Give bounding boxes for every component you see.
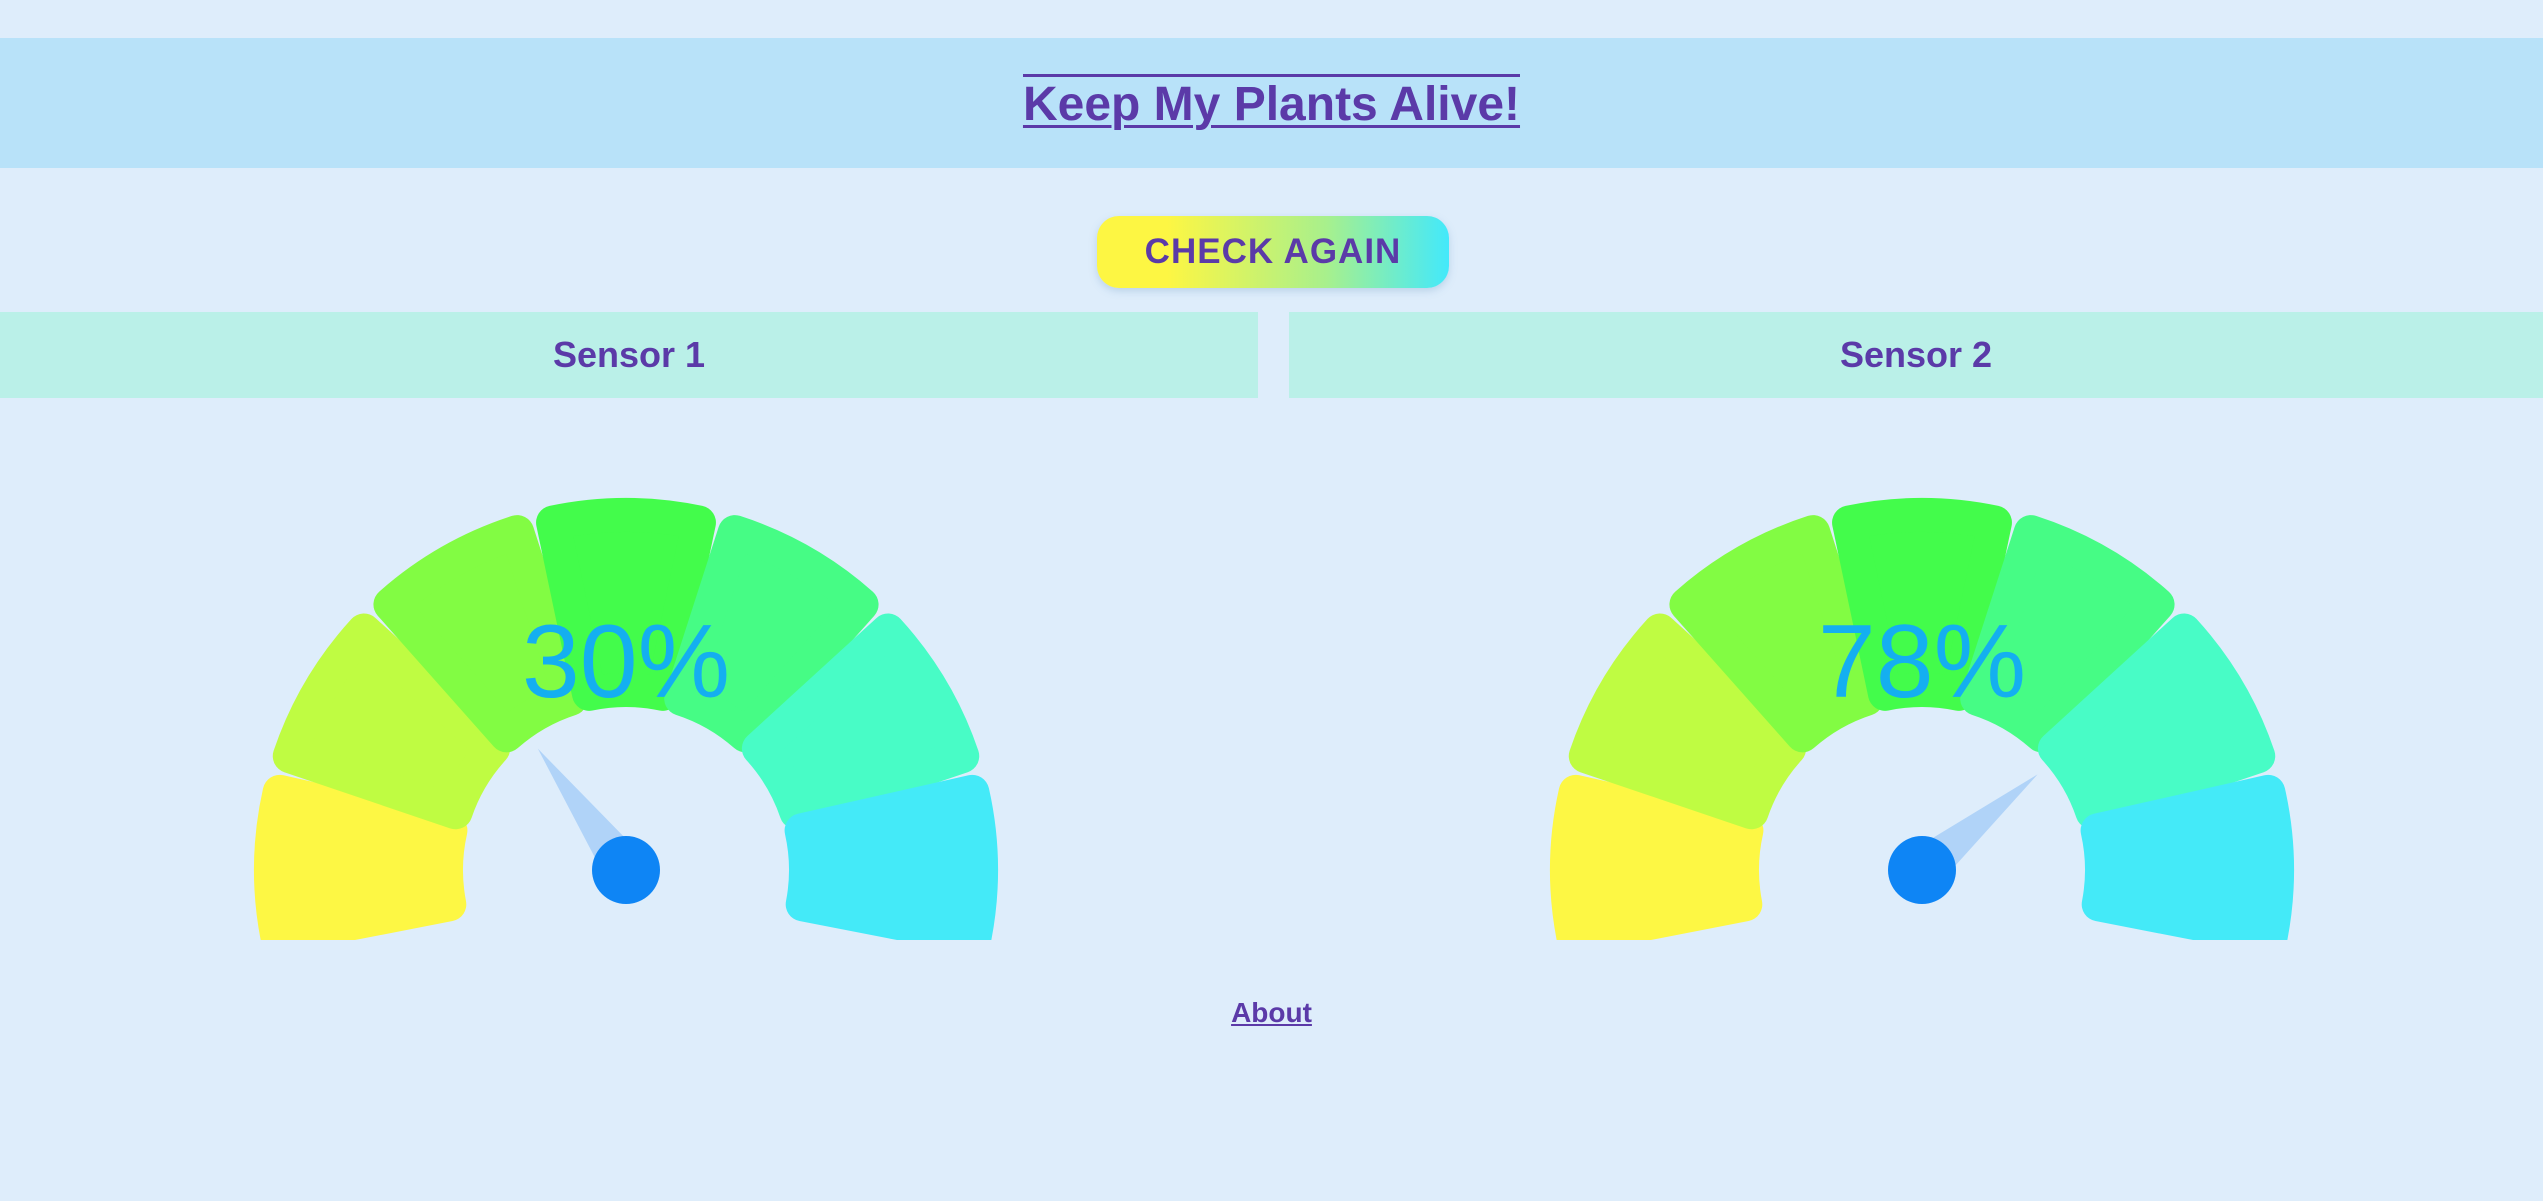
page-header: Keep My Plants Alive! xyxy=(0,38,2543,168)
sensor-1-gauge: 30% xyxy=(176,440,1076,940)
page-title[interactable]: Keep My Plants Alive! xyxy=(1022,74,1521,132)
sensor-1-reading: 30% xyxy=(521,604,731,720)
sensor-2-header: Sensor 2 xyxy=(1289,312,2543,398)
sensor-2-reading: 78% xyxy=(1817,604,2027,720)
gauge-needle-hub xyxy=(1888,836,1956,904)
gauge-segment xyxy=(784,774,998,940)
about-link[interactable]: About xyxy=(1231,997,1312,1028)
check-again-button[interactable]: CHECK AGAIN xyxy=(1097,216,1449,288)
footer: About xyxy=(0,997,2543,1029)
sensor-1-header: Sensor 1 xyxy=(0,312,1258,398)
sensor-2-gauge: 78% xyxy=(1472,440,2372,940)
gauge-segment xyxy=(2080,774,2294,940)
gauge-needle-hub xyxy=(592,836,660,904)
